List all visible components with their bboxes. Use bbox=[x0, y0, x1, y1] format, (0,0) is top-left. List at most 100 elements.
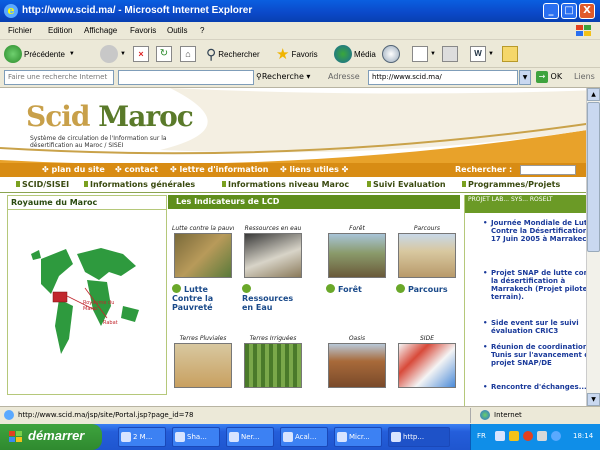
recherche-button[interactable]: ⚲Recherche ▾ bbox=[256, 72, 310, 81]
start-button[interactable]: démarrer bbox=[0, 424, 102, 450]
language-indicator[interactable]: FR bbox=[477, 432, 486, 440]
site-search-input[interactable] bbox=[520, 165, 576, 175]
menu-affichage[interactable]: Affichage bbox=[84, 26, 117, 35]
menu-edition[interactable]: Edition bbox=[48, 26, 72, 35]
go-label: OK bbox=[550, 72, 563, 81]
back-button[interactable]: Précédente ▼ bbox=[4, 44, 75, 64]
help-icon[interactable] bbox=[495, 431, 505, 441]
subnav-infos-generales[interactable]: Informations générales bbox=[84, 180, 195, 189]
subnav-scid-sisei[interactable]: SCID/SISEI bbox=[16, 180, 69, 189]
menu-outils[interactable]: Outils bbox=[167, 26, 187, 35]
star-icon: ★ bbox=[276, 46, 290, 63]
minimize-button[interactable]: _ bbox=[543, 3, 559, 19]
refresh-button[interactable]: ↻ bbox=[156, 44, 174, 64]
address-input[interactable]: http://www.scid.ma/ bbox=[368, 70, 518, 85]
indicator-parcours[interactable]: Parcours Parcours bbox=[396, 225, 458, 294]
security-icon[interactable] bbox=[523, 431, 533, 441]
search-button[interactable]: ⚲ Rechercher bbox=[206, 44, 260, 64]
nav-liens-utiles[interactable]: ✤ liens utiles ✤ bbox=[280, 165, 348, 174]
favorites-label: Favoris bbox=[291, 49, 318, 59]
vertical-scrollbar[interactable]: ▲ ▼ bbox=[586, 88, 600, 406]
indicator-bullet-icon bbox=[172, 284, 181, 293]
taskbar-item-active[interactable]: http... bbox=[388, 427, 450, 447]
taskbar-item[interactable]: 2 M... bbox=[118, 427, 166, 447]
scroll-down-icon[interactable]: ▼ bbox=[587, 393, 600, 406]
discuss-button[interactable] bbox=[502, 44, 520, 64]
system-tray: FR 18:14 bbox=[470, 424, 600, 450]
messenger-icon[interactable] bbox=[551, 431, 561, 441]
dropdown-icon: ▼ bbox=[430, 51, 436, 57]
favorites-button[interactable]: ★ Favoris bbox=[276, 44, 318, 64]
address-dropdown-icon[interactable]: ▼ bbox=[519, 70, 531, 85]
maximize-button[interactable]: □ bbox=[561, 3, 577, 19]
print-button[interactable] bbox=[442, 44, 460, 64]
menu-help[interactable]: ? bbox=[200, 26, 204, 35]
morocco-panel-title: Royaume du Maroc bbox=[8, 196, 166, 210]
search-input-box[interactable] bbox=[118, 70, 254, 85]
indicator-ressources-eau[interactable]: Ressources en eau Ressources en Eau bbox=[242, 225, 304, 312]
clock: 18:14 bbox=[573, 432, 594, 440]
page-icon bbox=[4, 410, 14, 420]
nav-plan-du-site[interactable]: ✤ plan du site bbox=[42, 165, 105, 174]
site-logo[interactable]: Scid Maroc bbox=[26, 100, 194, 133]
indicator-image bbox=[244, 233, 302, 278]
window-title: http://www.scid.ma/ - Microsoft Internet… bbox=[22, 5, 253, 16]
logo-scid: Scid bbox=[26, 100, 90, 133]
indicator-pauvrete[interactable]: Lutte contre la pauvreté Lutte Contre la… bbox=[172, 225, 234, 312]
scroll-thumb[interactable] bbox=[587, 102, 600, 252]
scroll-up-icon[interactable]: ▲ bbox=[587, 88, 600, 101]
menu-bar: Fichier Edition Affichage Favoris Outils… bbox=[0, 22, 600, 40]
nav-label: plan du site bbox=[51, 165, 105, 174]
history-button[interactable] bbox=[382, 44, 402, 64]
address-label: Adresse bbox=[328, 72, 360, 81]
network-icon[interactable] bbox=[509, 431, 519, 441]
nav-lettre[interactable]: ✤ lettre d'information bbox=[170, 165, 269, 174]
news-item[interactable]: Journée Mondiale de Lutte Contre la Dése… bbox=[483, 219, 600, 243]
forward-arrow-icon bbox=[100, 45, 118, 63]
media-button[interactable]: Média bbox=[334, 44, 376, 64]
go-button[interactable]: → OK bbox=[536, 71, 562, 83]
folder-icon bbox=[502, 46, 518, 62]
stop-button[interactable]: × bbox=[133, 44, 151, 64]
indicator-caption: Lutte contre la pauvreté bbox=[172, 225, 234, 232]
start-label: démarrer bbox=[28, 428, 85, 443]
title-bar: e http://www.scid.ma/ - Microsoft Intern… bbox=[0, 0, 600, 22]
indicator-label: Forêt bbox=[326, 284, 388, 294]
taskbar-item[interactable]: Micr... bbox=[334, 427, 382, 447]
nav-contact[interactable]: ✤ contact bbox=[115, 165, 158, 174]
home-button[interactable]: ⌂ bbox=[180, 44, 198, 64]
indicator-side[interactable]: SIDE bbox=[396, 335, 458, 388]
taskbar-item[interactable]: Acal... bbox=[280, 427, 328, 447]
indicator-label-text: Parcours bbox=[408, 285, 448, 294]
indicators-panel: Les Indicateurs de LCD Lutte contre la p… bbox=[168, 195, 460, 406]
site-header: Scid Maroc Système de circulation de l'I… bbox=[0, 88, 600, 163]
news-item[interactable]: Side event sur le suivi évaluation CRIC3 bbox=[483, 319, 600, 335]
taskbar-item[interactable]: Ner... bbox=[226, 427, 274, 447]
windows-flag-icon bbox=[576, 25, 591, 36]
internet-search-input[interactable]: Faire une recherche Internet bbox=[4, 70, 114, 85]
news-item[interactable]: Rencontre d'échanges... bbox=[483, 383, 600, 391]
subnav-suivi-evaluation[interactable]: Suivi Evaluation bbox=[367, 180, 446, 189]
menu-favoris[interactable]: Favoris bbox=[130, 26, 156, 35]
subnav-infos-maroc[interactable]: Informations niveau Maroc bbox=[222, 180, 349, 189]
close-button[interactable]: X bbox=[579, 3, 595, 19]
world-map[interactable]: Royaume du Maroc Rabat bbox=[11, 214, 163, 392]
indicator-label-text: Ressources en Eau bbox=[242, 294, 294, 312]
news-item[interactable]: Projet SNAP de lutte contre la désertifi… bbox=[483, 269, 600, 301]
volume-icon[interactable] bbox=[537, 431, 547, 441]
indicator-foret[interactable]: Forêt Forêt bbox=[326, 225, 388, 294]
news-item[interactable]: Réunion de coordination à Tunis sur l'av… bbox=[483, 343, 600, 367]
taskbar-item[interactable]: Sha... bbox=[172, 427, 220, 447]
indicator-oasis[interactable]: Oasis bbox=[326, 335, 388, 388]
mail-button[interactable]: ▼ bbox=[412, 44, 436, 64]
dropdown-icon: ▼ bbox=[68, 51, 75, 57]
indicator-terres-irriguees[interactable]: Terres Irriguées bbox=[242, 335, 304, 388]
links-label[interactable]: Liens bbox=[574, 72, 595, 81]
indicator-caption: Terres Pluviales bbox=[179, 335, 227, 342]
subnav-programmes[interactable]: Programmes/Projets bbox=[462, 180, 560, 189]
edit-button[interactable]: W ▼ bbox=[470, 44, 494, 64]
recherche-label: Recherche bbox=[261, 72, 304, 81]
menu-fichier[interactable]: Fichier bbox=[8, 26, 32, 35]
forward-button[interactable]: ▼ bbox=[100, 44, 126, 64]
indicator-terres-pluviales[interactable]: Terres Pluviales bbox=[172, 335, 234, 388]
